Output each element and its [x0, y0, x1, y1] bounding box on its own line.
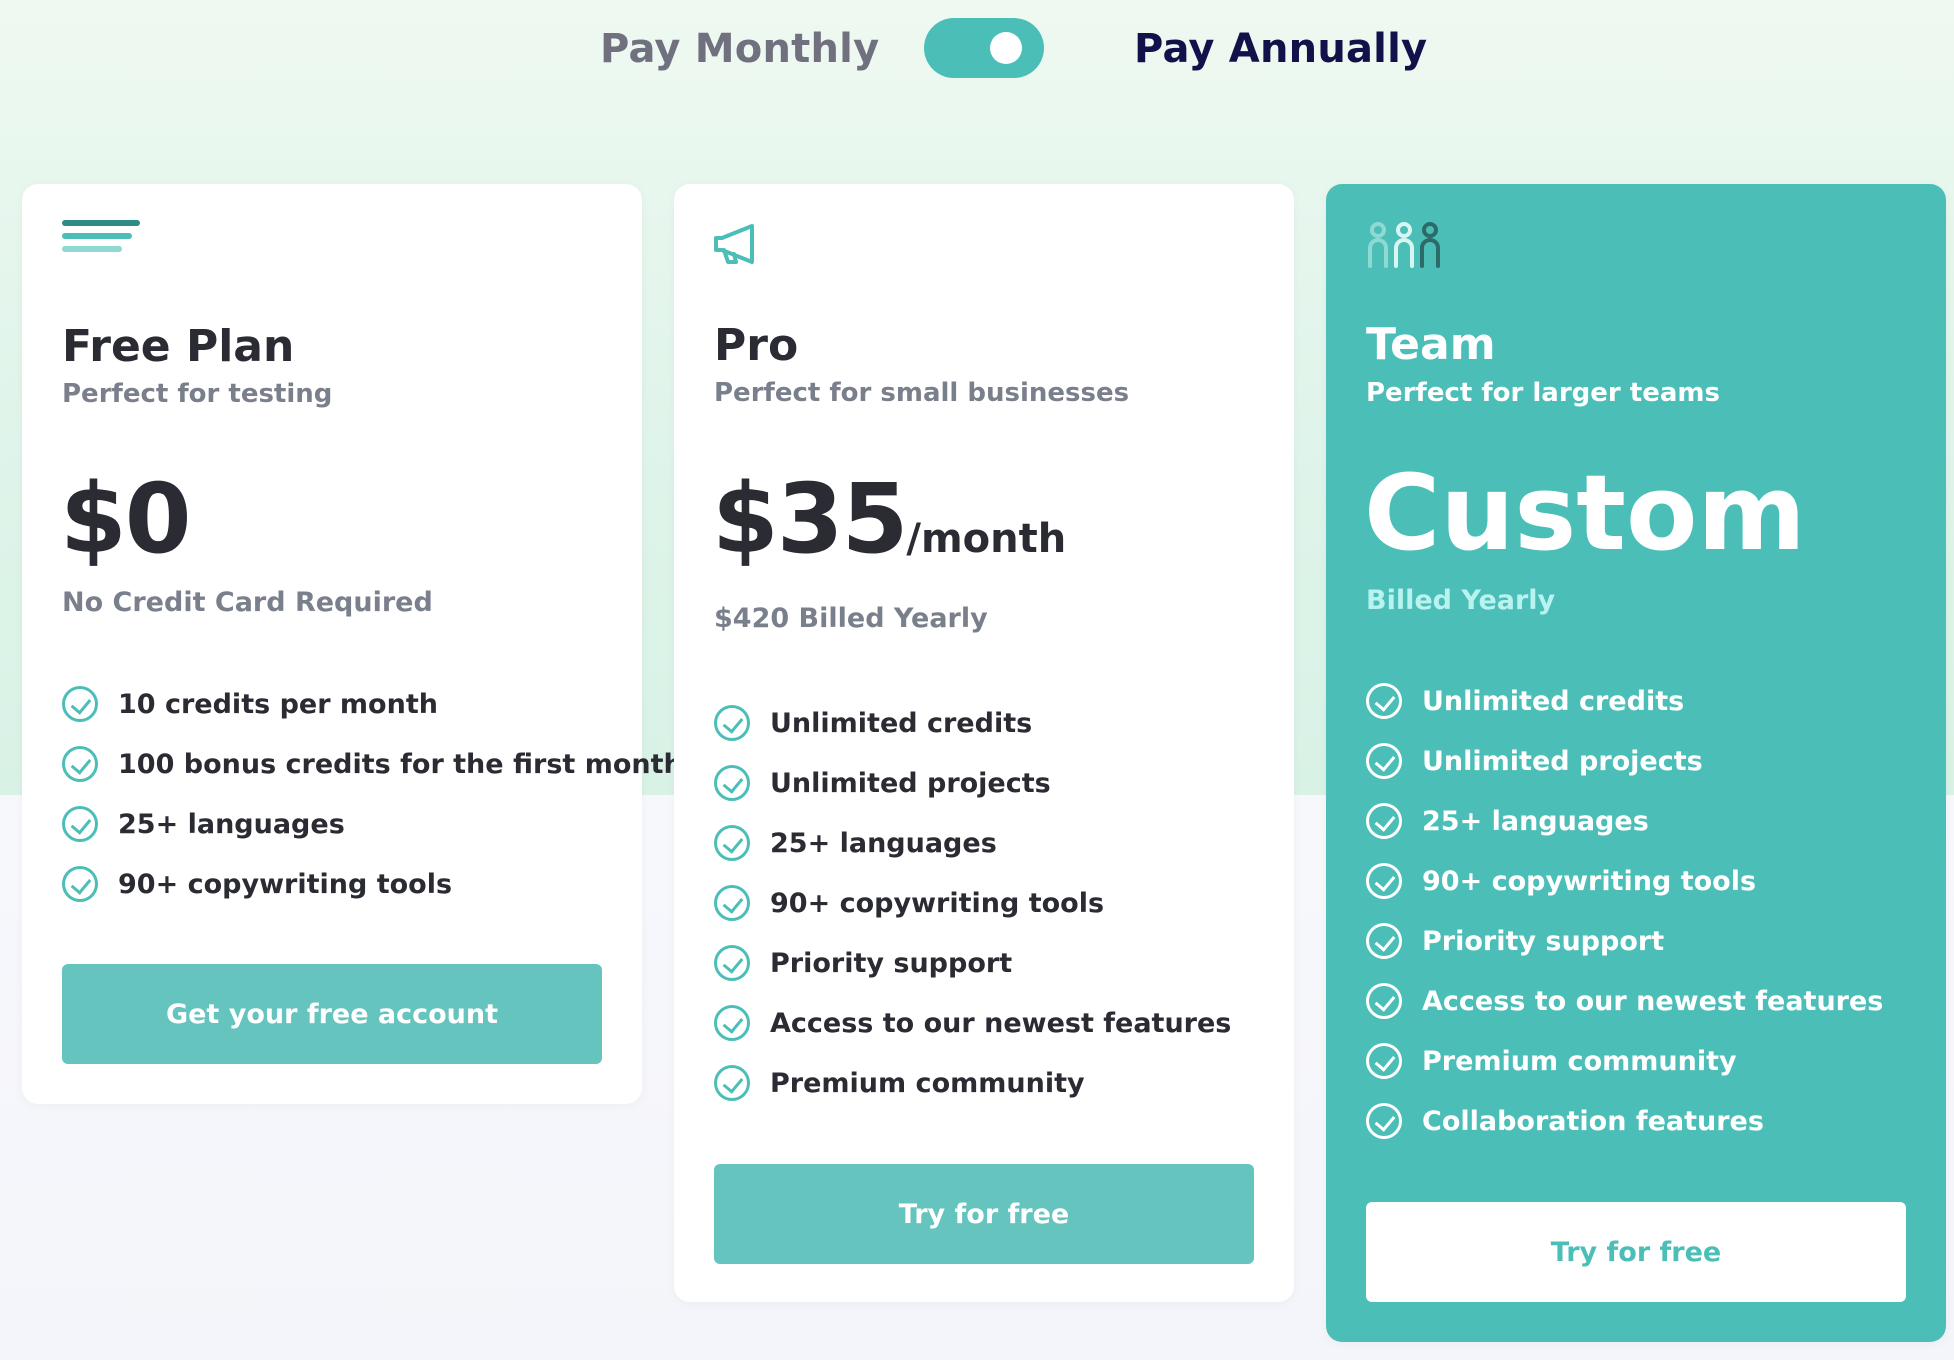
lines-icon: [62, 220, 142, 264]
check-circle-icon: [62, 686, 98, 722]
price-note: $420 Billed Yearly: [714, 603, 988, 634]
feature-text: Unlimited projects: [770, 767, 1051, 799]
feature-list: 10 credits per month 100 bonus credits f…: [62, 674, 683, 914]
feature-item: 25+ languages: [1366, 791, 1883, 851]
feature-text: 25+ languages: [1422, 805, 1649, 837]
plan-name: Pro: [714, 320, 799, 371]
price-note: No Credit Card Required: [62, 587, 433, 618]
check-circle-icon: [1366, 803, 1402, 839]
check-circle-icon: [1366, 923, 1402, 959]
feature-text: Access to our newest features: [1422, 985, 1884, 1017]
feature-item: Unlimited credits: [1366, 671, 1883, 731]
feature-item: Premium community: [1366, 1031, 1883, 1091]
feature-text: Priority support: [1422, 925, 1665, 957]
plan-price: $0: [60, 463, 192, 594]
feature-text: 25+ languages: [770, 827, 997, 859]
plan-price: $35/month: [712, 464, 1066, 594]
feature-text: Unlimited projects: [1422, 745, 1703, 777]
feature-text: 90+ copywriting tools: [770, 887, 1105, 919]
feature-text: Premium community: [770, 1067, 1085, 1099]
check-circle-icon: [1366, 863, 1402, 899]
feature-text: Unlimited credits: [770, 707, 1033, 739]
megaphone-icon: [712, 222, 760, 270]
feature-item: Access to our newest features: [1366, 971, 1883, 1031]
plan-card-free: Free Plan Perfect for testing $0 No Cred…: [22, 184, 683, 1104]
feature-item: 25+ languages: [714, 813, 1231, 873]
plan-card-team: Team Perfect for larger teams Custom Bil…: [1326, 184, 1946, 1342]
plan-subtitle: Perfect for larger teams: [1366, 378, 1720, 408]
price-note: Billed Yearly: [1366, 585, 1556, 616]
feature-item: 90+ copywriting tools: [714, 873, 1231, 933]
check-circle-icon: [62, 866, 98, 902]
feature-text: 90+ copywriting tools: [118, 868, 453, 900]
feature-item: Unlimited credits: [714, 693, 1231, 753]
check-circle-icon: [714, 945, 750, 981]
price-amount: $0: [60, 463, 192, 575]
price-unit: /month: [906, 516, 1067, 562]
team-people-icon: [1366, 222, 1446, 272]
feature-item: 10 credits per month: [62, 674, 683, 734]
feature-item: Unlimited projects: [714, 753, 1231, 813]
plan-name: Free Plan: [62, 321, 295, 372]
pay-monthly-label[interactable]: Pay Monthly: [600, 24, 879, 74]
team-try-for-free-button[interactable]: Try for free: [1366, 1202, 1906, 1302]
feature-text: 100 bonus credits for the first month: [118, 748, 683, 780]
check-circle-icon: [1366, 683, 1402, 719]
billing-switch-knob: [990, 32, 1022, 64]
check-circle-icon: [1366, 1043, 1402, 1079]
check-circle-icon: [714, 1005, 750, 1041]
check-circle-icon: [1366, 1103, 1402, 1139]
feature-item: 90+ copywriting tools: [1366, 851, 1883, 911]
feature-text: Unlimited credits: [1422, 685, 1685, 717]
check-circle-icon: [62, 806, 98, 842]
check-circle-icon: [714, 825, 750, 861]
plan-subtitle: Perfect for testing: [62, 379, 333, 409]
feature-text: Access to our newest features: [770, 1007, 1232, 1039]
feature-text: 25+ languages: [118, 808, 345, 840]
pay-annually-label[interactable]: Pay Annually: [1134, 24, 1427, 74]
feature-item: Premium community: [714, 1053, 1231, 1113]
feature-list: Unlimited credits Unlimited projects 25+…: [714, 693, 1231, 1113]
check-circle-icon: [714, 705, 750, 741]
feature-text: 10 credits per month: [118, 688, 438, 720]
feature-text: 90+ copywriting tools: [1422, 865, 1757, 897]
pro-try-for-free-button[interactable]: Try for free: [714, 1164, 1254, 1264]
check-circle-icon: [714, 1065, 750, 1101]
check-circle-icon: [1366, 983, 1402, 1019]
feature-item: Unlimited projects: [1366, 731, 1883, 791]
feature-text: Premium community: [1422, 1045, 1737, 1077]
check-circle-icon: [714, 765, 750, 801]
plan-name: Team: [1366, 319, 1496, 370]
plan-subtitle: Perfect for small businesses: [714, 378, 1130, 408]
check-circle-icon: [714, 885, 750, 921]
feature-item: 100 bonus credits for the first month: [62, 734, 683, 794]
price-amount: Custom: [1364, 452, 1806, 574]
feature-item: 25+ languages: [62, 794, 683, 854]
plan-price: Custom: [1364, 458, 1806, 568]
feature-item: Priority support: [1366, 911, 1883, 971]
price-amount: $35: [712, 463, 908, 575]
feature-item: 90+ copywriting tools: [62, 854, 683, 914]
feature-item: Collaboration features: [1366, 1091, 1883, 1151]
get-free-account-button[interactable]: Get your free account: [62, 964, 602, 1064]
feature-item: Access to our newest features: [714, 993, 1231, 1053]
plan-card-pro: Pro Perfect for small businesses $35/mon…: [674, 184, 1294, 1302]
feature-text: Priority support: [770, 947, 1013, 979]
billing-switch[interactable]: [924, 18, 1044, 78]
billing-toggle: Pay Monthly Pay Annually: [0, 18, 1954, 80]
feature-item: Priority support: [714, 933, 1231, 993]
check-circle-icon: [1366, 743, 1402, 779]
check-circle-icon: [62, 746, 98, 782]
feature-list: Unlimited credits Unlimited projects 25+…: [1366, 671, 1883, 1151]
feature-text: Collaboration features: [1422, 1105, 1764, 1137]
